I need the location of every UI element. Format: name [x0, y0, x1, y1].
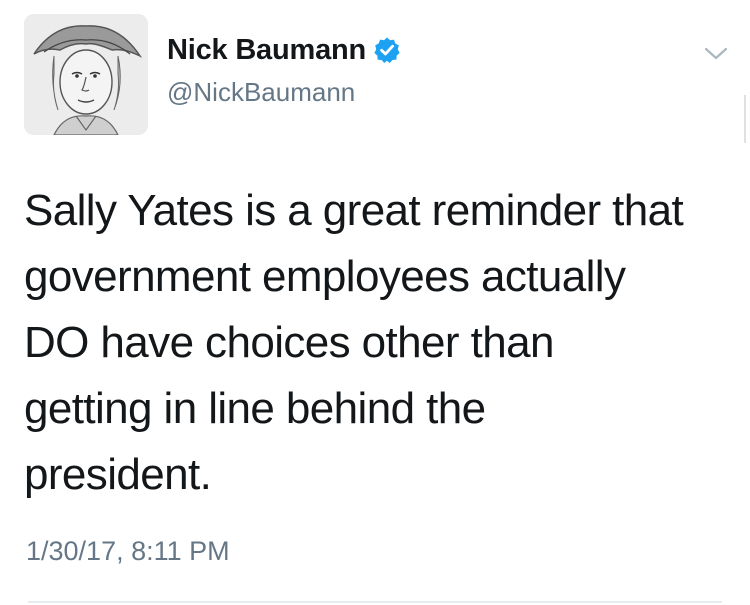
chevron-down-icon[interactable] [701, 40, 731, 66]
avatar[interactable] [24, 14, 148, 135]
tweet-timestamp[interactable]: 1/30/17, 8:11 PM [26, 536, 230, 567]
author-display-name[interactable]: Nick Baumann [167, 34, 366, 67]
author-name-row[interactable]: Nick Baumann [167, 30, 401, 70]
author-handle[interactable]: @NickBaumann [167, 77, 355, 108]
tweet-card: Nick Baumann @NickBaumann Sally Yates is… [0, 0, 750, 605]
profile-avatar-image [24, 14, 148, 135]
divider [28, 601, 722, 603]
scroll-indicator [744, 95, 746, 143]
tweet-text: Sally Yates is a great reminder that gov… [24, 186, 684, 499]
verified-badge-icon [373, 36, 401, 64]
